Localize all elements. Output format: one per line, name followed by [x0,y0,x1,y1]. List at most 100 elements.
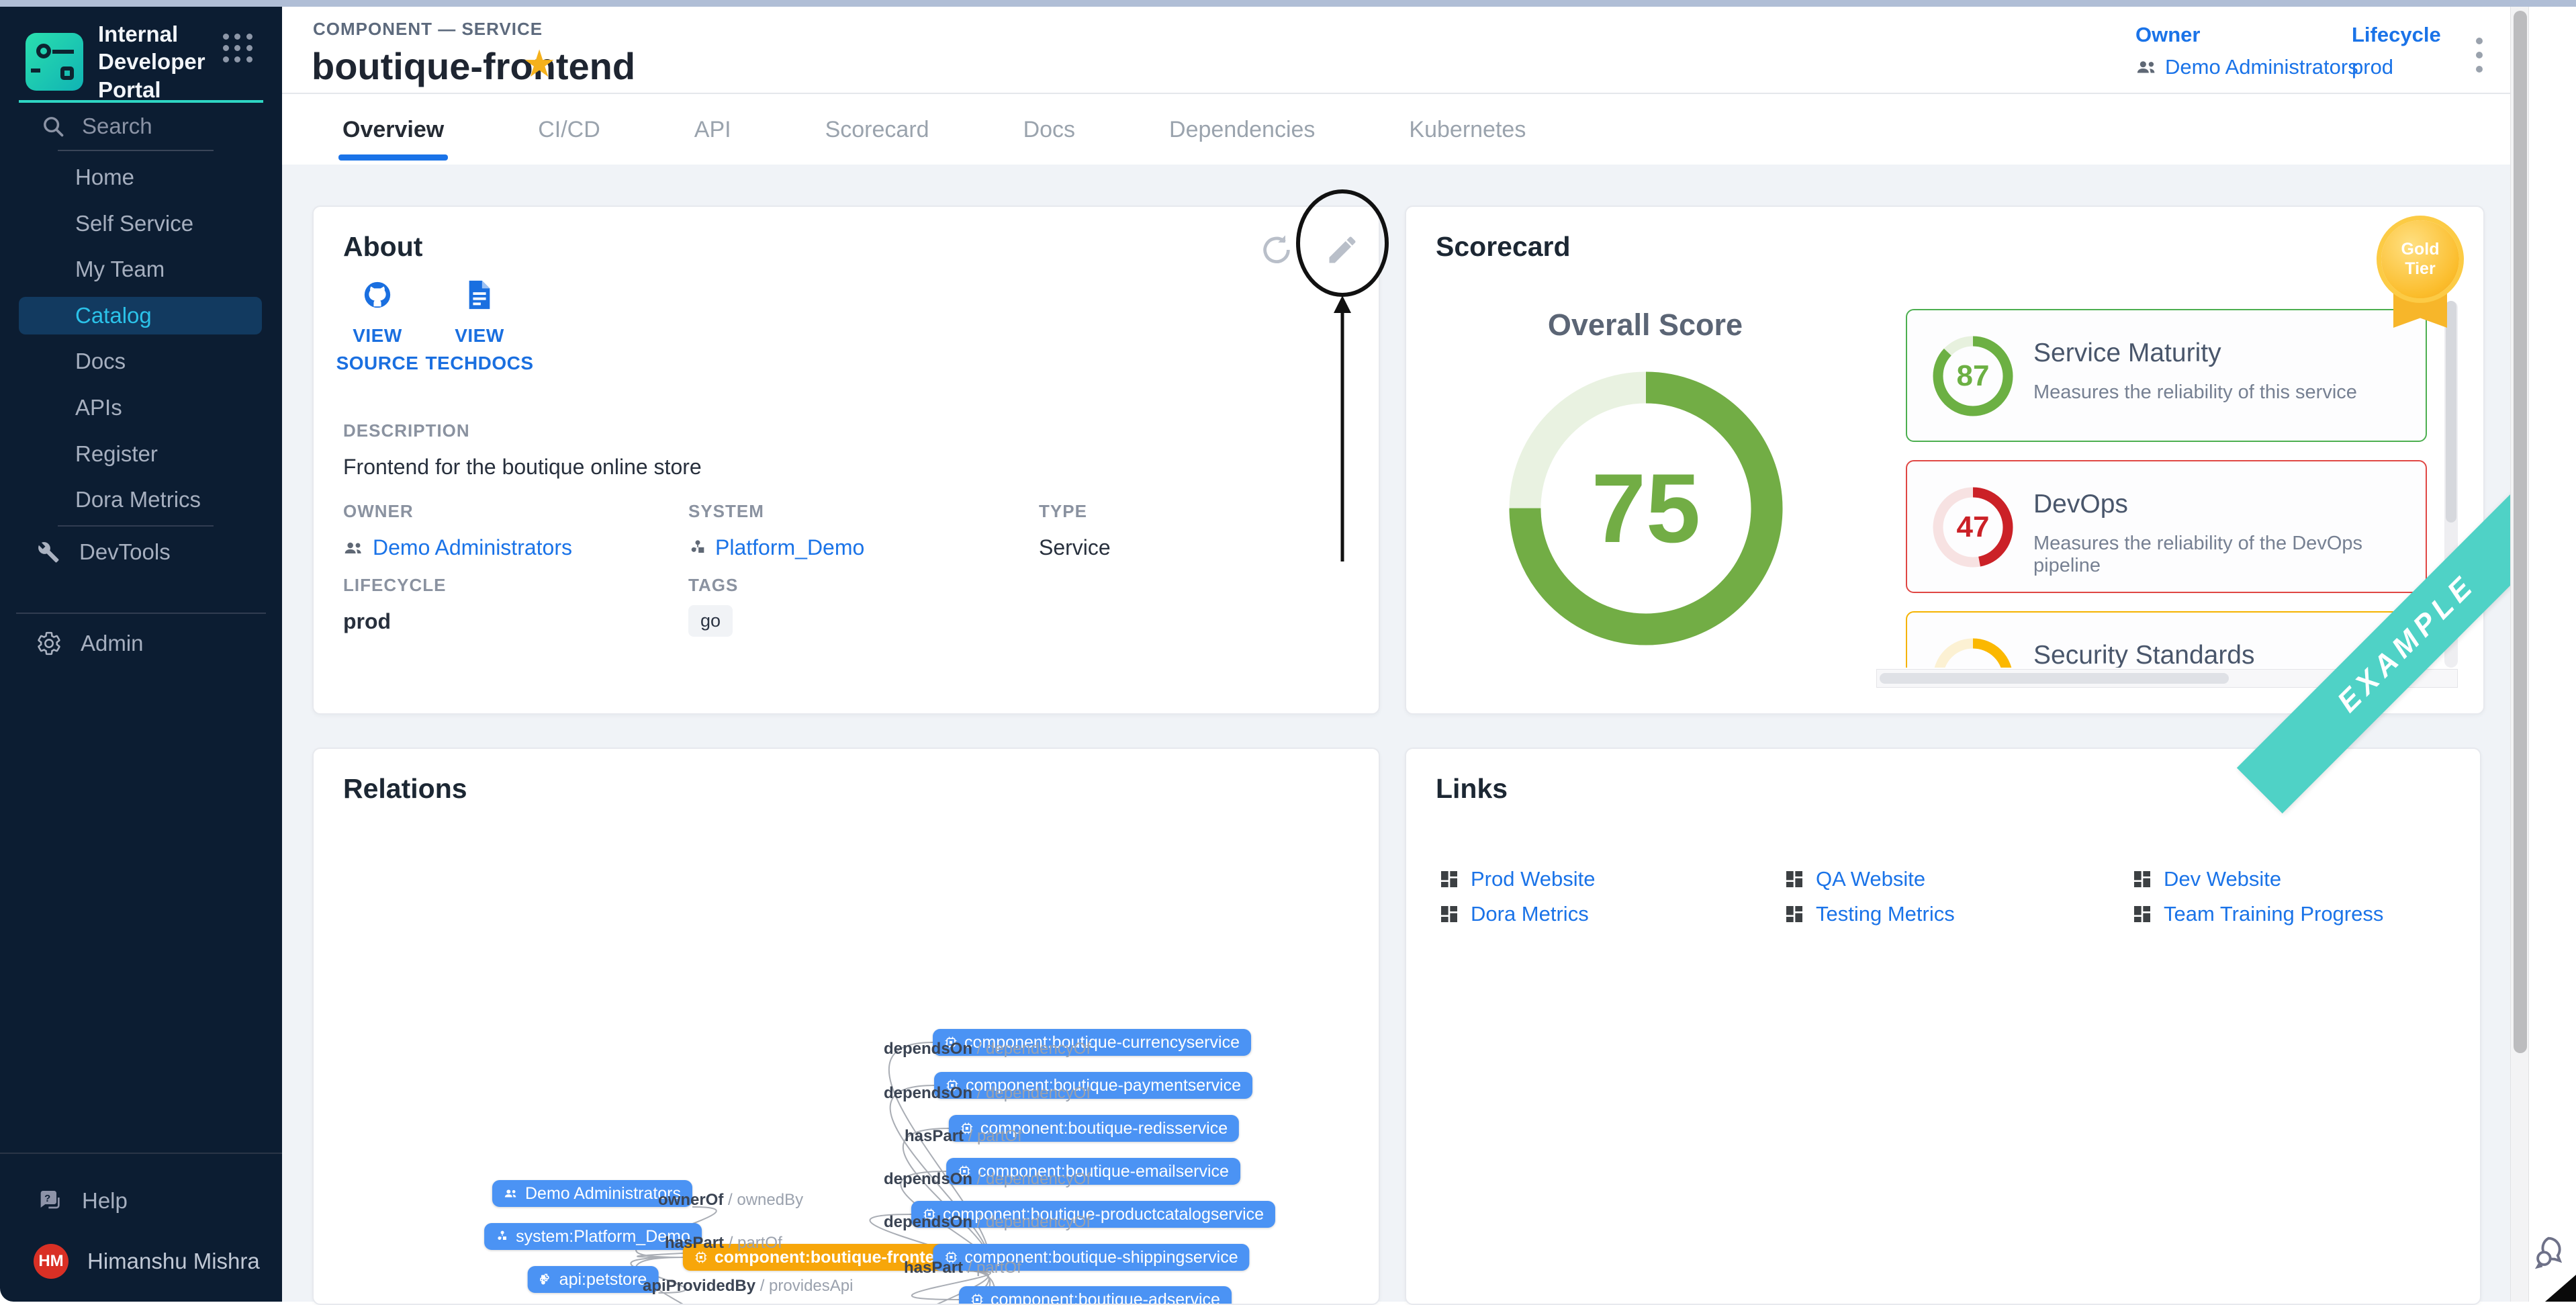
github-icon [362,279,393,310]
owner-block: Owner Demo Administrators [2135,23,2358,79]
owner-link[interactable]: Demo Administrators [2135,55,2358,79]
tag-chip[interactable]: go [688,605,733,637]
metric-description: Measures the reliability of the DevOps p… [2033,533,2426,577]
sidebar-item-apis[interactable]: APIs [0,389,282,426]
search-input[interactable]: Search [40,111,242,141]
tab-overview[interactable]: Overview [338,97,448,163]
sidebar-item-devtools[interactable]: DevTools [0,532,282,572]
window-top-strip [0,0,2576,7]
lifecycle-field: LIFECYCLE prod [343,575,446,634]
user-menu[interactable]: HM Himanshu Mishra [0,1241,282,1281]
sidebar-item-admin[interactable]: Admin [0,623,282,664]
lifecycle-block: Lifecycle prod [2352,23,2441,79]
right-gutter [2529,7,2576,1302]
help-chat-icon: ? [36,1187,63,1214]
content-area: About VIEW SOURCE VIEW TE [282,165,2510,1302]
graph-edge-label: ownerOf / ownedBy [658,1191,803,1210]
graph-node-api-petstore[interactable]: api:petstore [528,1266,659,1293]
description-field: DESCRIPTION Frontend for the boutique on… [343,420,702,480]
graph-edge-label: hasPart / partOf [665,1234,782,1253]
owner-field: OWNER Demo Administrators [343,501,572,560]
metric-score: 87 [1929,332,2017,420]
sidebar-item-dora-metrics[interactable]: Dora Metrics [0,481,282,519]
gold-tier-badge: Gold Tier [2381,220,2459,298]
document-icon [465,279,494,310]
links-card: Links Prod WebsiteQA WebsiteDev WebsiteD… [1405,748,2481,1305]
owner-entity-link[interactable]: Demo Administrators [343,535,572,560]
sidebar-item-catalog[interactable]: Catalog [19,297,262,334]
relations-card: Relations Demo Administratorssystem:Plat… [312,748,1380,1305]
search-icon [40,114,66,139]
graph-edge-label: apiProvidedBy / providesApi [643,1277,853,1296]
app-title: Internal Developer Portal [98,20,232,103]
metric-ring: 74 [1929,634,2017,668]
type-field: TYPE Service [1039,501,1111,560]
sidebar-item-self-service[interactable]: Self Service [0,205,282,242]
scorecard-title: Scorecard [1436,231,1571,263]
sidebar-item-home[interactable]: Home [0,159,282,196]
metric-ring: 87 [1929,332,2017,420]
link-dora-metrics[interactable]: Dora Metrics [1438,902,1589,926]
metrics-list: 87 Service Maturity Measures the reliabili… [1895,301,2439,668]
tab-ci-cd[interactable]: CI/CD [534,97,604,163]
tags-field: TAGS go [688,575,738,637]
search-placeholder: Search [82,114,152,139]
metric-name: Service Maturity [2033,339,2221,368]
tab-docs[interactable]: Docs [1019,97,1079,163]
sidebar-item-my-team[interactable]: My Team [0,251,282,288]
tab-kubernetes[interactable]: Kubernetes [1405,97,1530,163]
entity-header: COMPONENT — SERVICE boutique-frontend ★ … [282,7,2510,94]
page-scrollbar[interactable] [2510,7,2529,1302]
more-options-icon[interactable] [2466,34,2493,77]
entity-tabs: Overview CI/CD API Scorecard Docs Dependencie… [282,95,2510,165]
tab-api[interactable]: API [690,97,735,163]
overall-score-donut: 75 [1508,371,1784,646]
sidebar-item-help[interactable]: ? Help [0,1181,282,1221]
link-qa-website[interactable]: QA Website [1784,867,1925,891]
dashboard-icon [2131,903,2153,925]
metric-card-devops[interactable]: 47 DevOps Measures the reliability of the … [1906,460,2427,593]
graph-edge-label: dependsOn / dependencyOf [884,1040,1091,1059]
tab-dependencies[interactable]: Dependencies [1165,97,1319,163]
metric-ring: 47 [1929,483,2017,572]
graph-edge-label: hasPart / partOf [905,1127,1022,1146]
link-team-training-progress[interactable]: Team Training Progress [2131,902,2383,926]
app-logo [26,33,83,91]
relations-graph: Demo Administratorssystem:Platform_Demoa… [314,749,1379,1304]
link-prod-website[interactable]: Prod Website [1438,867,1596,891]
overall-score-label: Overall Score [1524,308,1766,343]
sidebar-item-docs[interactable]: Docs [0,343,282,380]
description-value: Frontend for the boutique online store [343,455,702,480]
graph-edge-label: dependsOn / dependencyOf [884,1084,1091,1103]
search-underline [58,150,214,151]
user-name: Himanshu Mishra [87,1249,260,1274]
metric-description: Measures the reliability of this service [2033,381,2357,404]
graph-edge-label: dependsOn / dependencyOf [884,1213,1091,1232]
graph-edge-label: dependsOn / dependencyOf [884,1170,1091,1189]
page-scrollbar-thumb[interactable] [2514,11,2527,1053]
apps-grid-icon[interactable] [223,34,252,62]
page-title: boutique-frontend [312,44,635,88]
system-entity-link[interactable]: Platform_Demo [688,535,864,560]
svg-text:?: ? [44,1193,50,1204]
feedback-chat-icon[interactable] [2532,1230,2573,1272]
link-testing-metrics[interactable]: Testing Metrics [1784,902,1955,926]
edit-pencil-icon[interactable] [1325,232,1360,267]
sidebar: Internal Developer Portal Search Home Sel… [0,7,282,1302]
tab-scorecard[interactable]: Scorecard [821,97,933,163]
sidebar-item-register[interactable]: Register [0,435,282,473]
metric-score: 47 [1929,483,2017,572]
metric-card-service-maturity[interactable]: 87 Service Maturity Measures the reliabili… [1906,309,2427,442]
overall-score-value: 75 [1508,371,1784,646]
view-techdocs-button[interactable]: VIEW TECHDOCS [416,279,543,377]
link-dev-website[interactable]: Dev Website [2131,867,2281,891]
refresh-icon[interactable] [1259,232,1294,267]
graph-node-component-boutique-adservice[interactable]: component:boutique-adservice [959,1286,1232,1305]
system-icon [688,539,707,557]
about-card: About VIEW SOURCE VIEW TE [312,206,1380,715]
sidebar-divider [16,613,266,614]
favorite-star-icon[interactable]: ★ [522,42,556,86]
sidebar-divider [58,525,214,527]
metric-name: DevOps [2033,490,2128,519]
dashboard-icon [1784,868,1805,890]
